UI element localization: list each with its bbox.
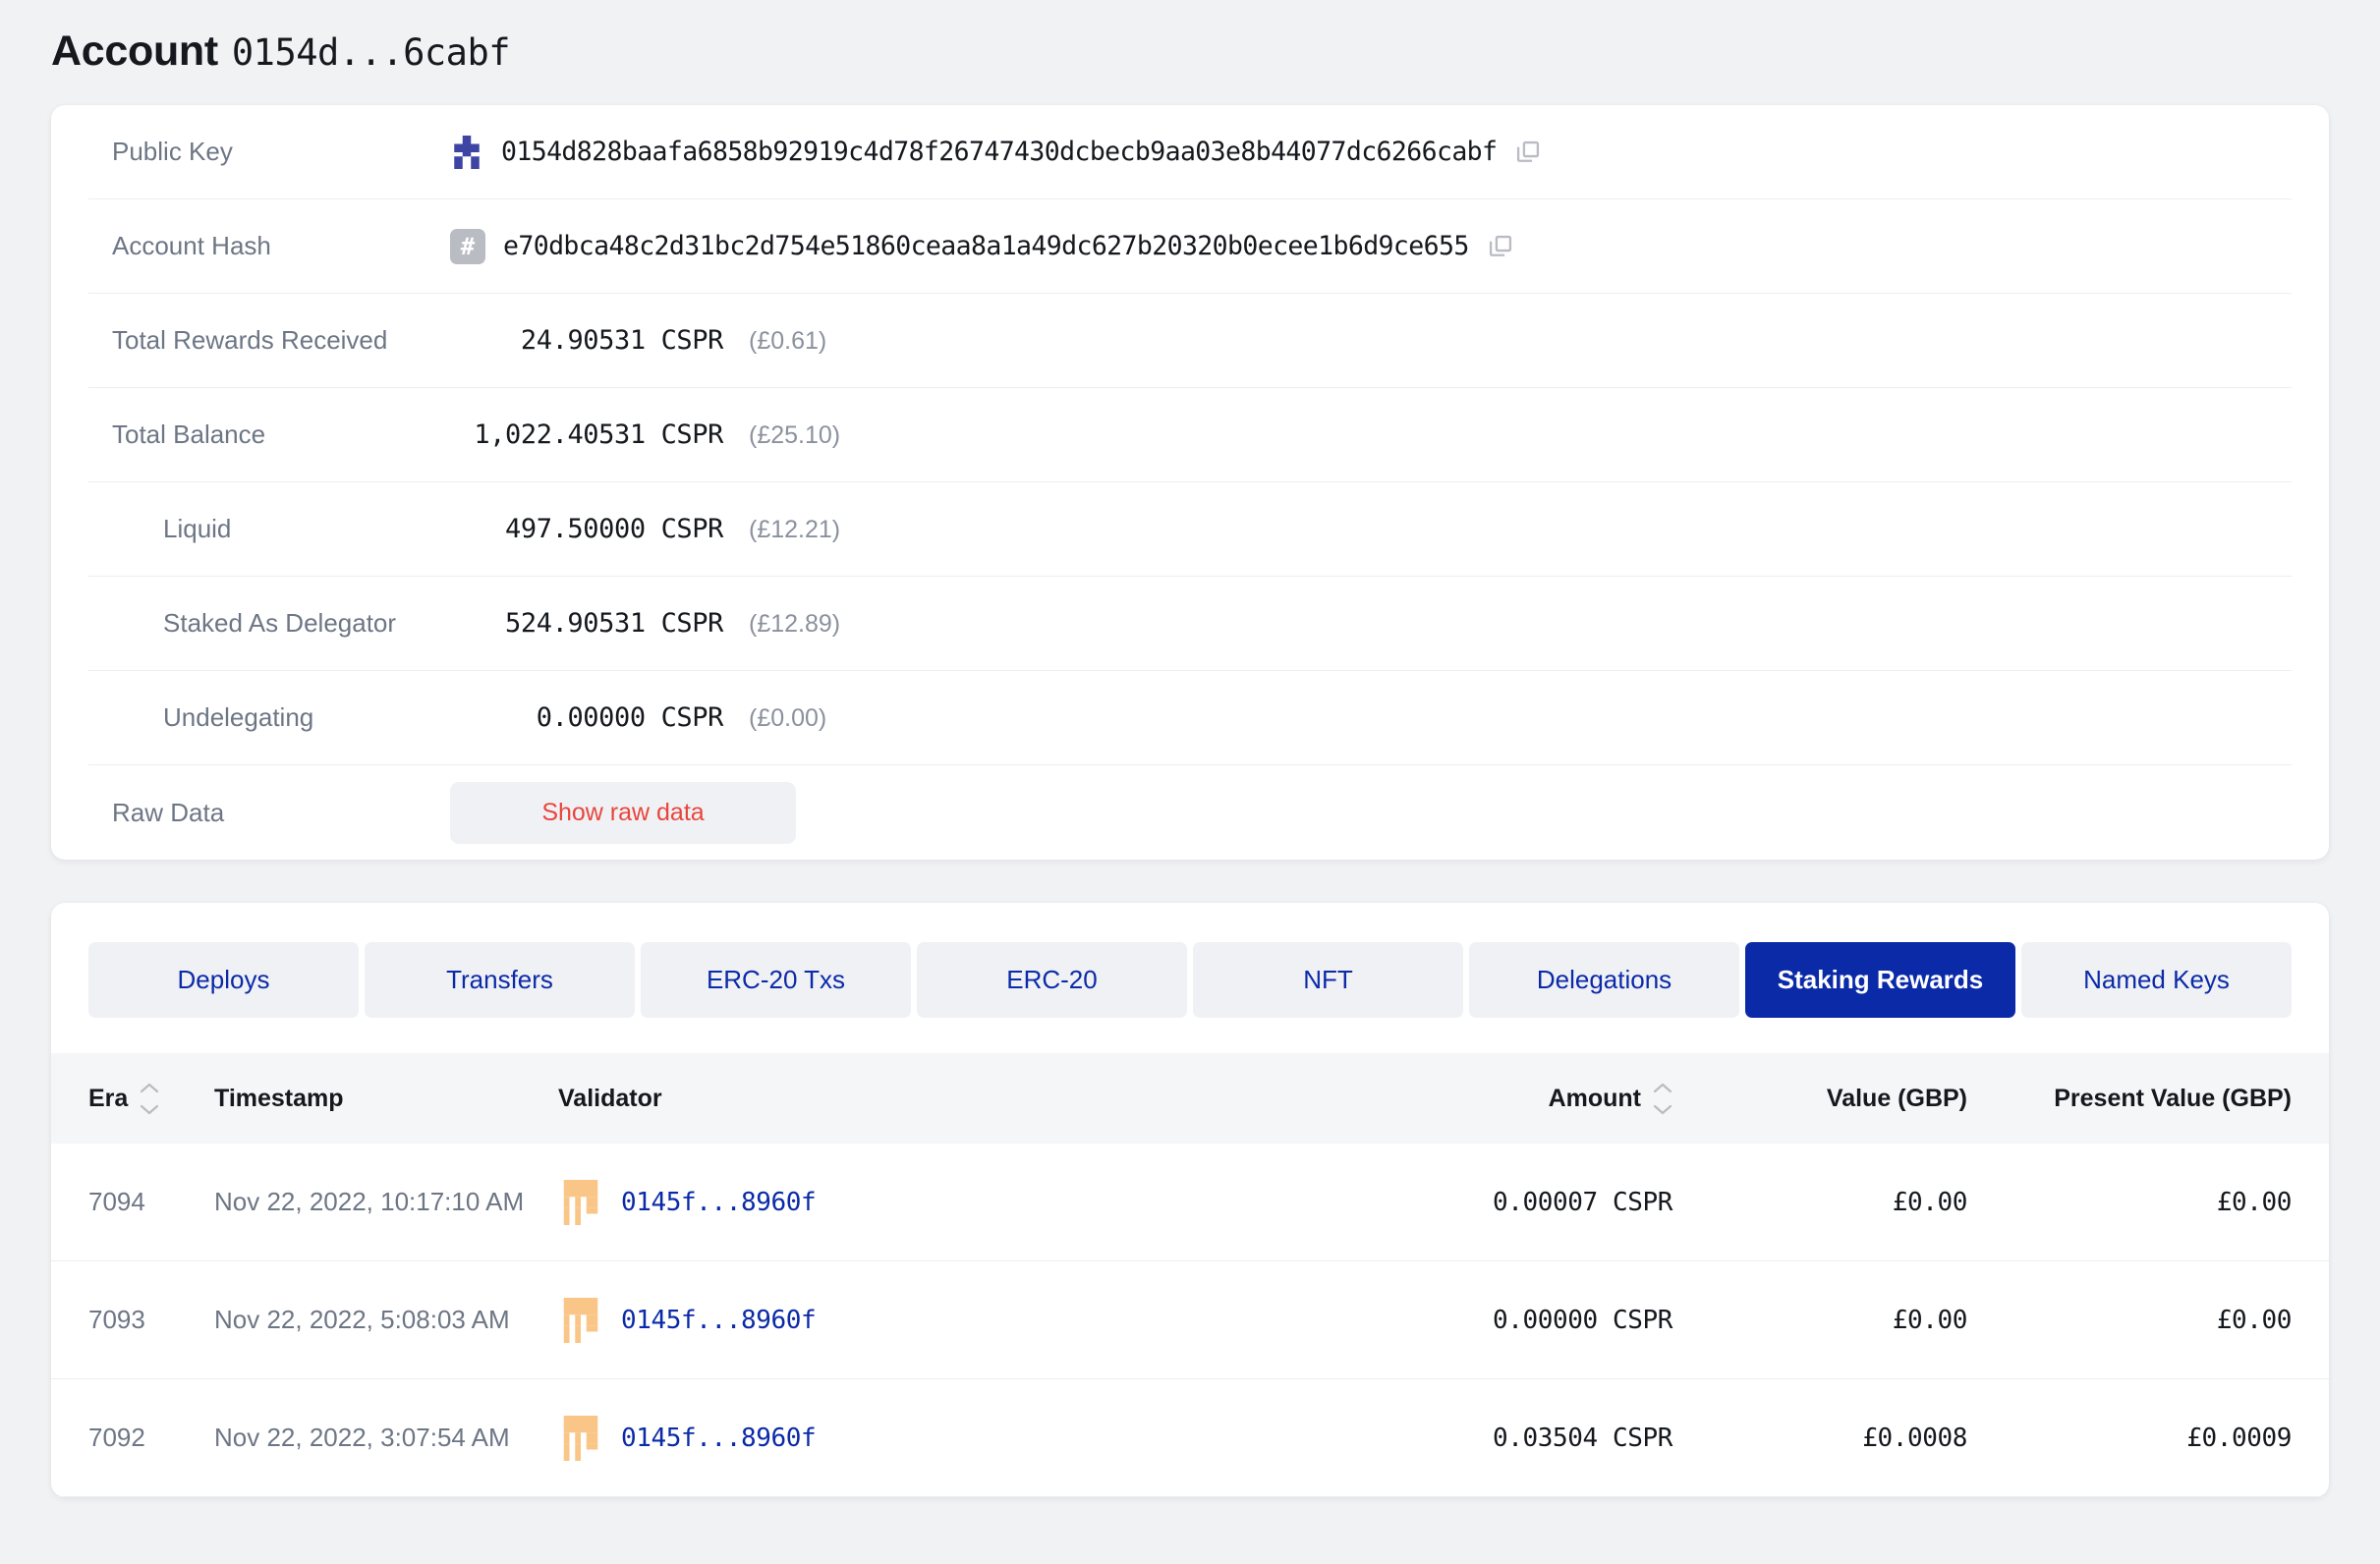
account-hash-value: e70dbca48c2d31bc2d754e51860ceaa8a1a49dc6… [503,231,1469,261]
cell-present-value-gbp: £0.0009 [1967,1424,2292,1453]
cell-era: 7094 [88,1187,214,1217]
public-key-label: Public Key [88,137,450,167]
total-rewards-fiat: (£0.61) [749,327,826,356]
cell-amount: 0.03504 CSPR [1299,1424,1672,1453]
column-header-label: Era [88,1085,128,1113]
undelegating-fiat: (£0.00) [749,704,826,733]
liquid-label: Liquid [88,514,450,544]
copy-icon[interactable] [1487,233,1514,260]
cell-validator: 0145f...8960f [558,1416,1299,1461]
table-row: 7093Nov 22, 2022, 5:08:03 AM 0145f...8960… [51,1261,2329,1379]
page-title: Account 0154d...6cabf [51,0,2329,105]
column-header-amount[interactable]: Amount [1299,1083,1672,1115]
tab-named-keys[interactable]: Named Keys [2021,942,2292,1018]
column-header-era[interactable]: Era [88,1083,214,1115]
total-rewards-amount: 24.90531 CSPR [450,325,723,356]
chevron-up-icon [140,1083,159,1093]
column-header-label: Timestamp [214,1085,344,1113]
account-details-card: Public Key 0154d828baafa6858b92919c4d78f… [51,105,2329,860]
show-raw-data-button[interactable]: Show raw data [450,782,796,844]
tab-delegations[interactable]: Delegations [1469,942,1739,1018]
cell-timestamp: Nov 22, 2022, 10:17:10 AM [214,1187,558,1217]
tab-bar: DeploysTransfersERC-20 TxsERC-20NFTDeleg… [88,942,2292,1018]
staked-fiat: (£12.89) [749,610,840,639]
validator-link[interactable]: 0145f...8960f [621,1424,816,1453]
cell-timestamp: Nov 22, 2022, 5:08:03 AM [214,1305,558,1335]
tab-nft[interactable]: NFT [1193,942,1463,1018]
total-balance-fiat: (£25.10) [749,421,840,450]
detail-row-undelegating: Undelegating 0.00000 CSPR (£0.00) [88,671,2292,765]
detail-row-total-balance: Total Balance 1,022.40531 CSPR (£25.10) [88,388,2292,482]
undelegating-label: Undelegating [88,702,450,733]
cell-timestamp: Nov 22, 2022, 3:07:54 AM [214,1423,558,1453]
column-header-val: Validator [558,1085,1299,1113]
identicon-orange-icon [558,1416,603,1461]
detail-row-public-key: Public Key 0154d828baafa6858b92919c4d78f… [88,105,2292,199]
cell-amount: 0.00007 CSPR [1299,1188,1672,1217]
table-row: 7094Nov 22, 2022, 10:17:10 AM 0145f...896… [51,1144,2329,1261]
identicon-orange-icon [558,1298,603,1343]
validator-link[interactable]: 0145f...8960f [621,1306,816,1335]
cell-validator: 0145f...8960f [558,1298,1299,1343]
cell-validator: 0145f...8960f [558,1180,1299,1225]
identicon-orange-icon [558,1180,603,1225]
liquid-amount: 497.50000 CSPR [450,514,723,544]
staked-amount: 524.90531 CSPR [450,608,723,639]
column-header-label: Present Value (GBP) [2054,1085,2292,1113]
total-balance-label: Total Balance [88,419,450,450]
tab-staking-rewards[interactable]: Staking Rewards [1745,942,2015,1018]
column-header-time: Timestamp [214,1085,558,1113]
staked-label: Staked As Delegator [88,608,450,639]
sort-toggle[interactable] [140,1083,159,1115]
cell-era: 7092 [88,1423,214,1453]
staking-rewards-table: Era Timestamp Validator Amount Value (GBP) Pr… [88,1053,2292,1497]
column-header-label: Value (GBP) [1827,1085,1967,1113]
account-hash-label: Account Hash [88,231,450,261]
card-spacer [51,860,2329,903]
cell-present-value-gbp: £0.00 [1967,1188,2292,1217]
page-title-account-id: 0154d...6cabf [232,31,510,74]
detail-row-account-hash: Account Hash # e70dbca48c2d31bc2d754e518… [88,199,2292,294]
sort-toggle[interactable] [1653,1083,1672,1115]
tab-erc-20-txs[interactable]: ERC-20 Txs [641,942,911,1018]
cell-era: 7093 [88,1305,214,1335]
raw-data-label: Raw Data [88,798,450,828]
account-activity-card: DeploysTransfersERC-20 TxsERC-20NFTDeleg… [51,903,2329,1497]
column-header-label: Validator [558,1085,662,1113]
identicon-blue-icon [450,136,483,169]
copy-icon[interactable] [1514,139,1542,166]
table-header-row: Era Timestamp Validator Amount Value (GBP) Pr… [51,1053,2329,1144]
column-header-label: Amount [1549,1085,1641,1113]
liquid-fiat: (£12.21) [749,516,840,544]
column-header-value: Value (GBP) [1672,1085,1967,1113]
chevron-up-icon [1653,1083,1672,1093]
detail-row-liquid: Liquid 497.50000 CSPR (£12.21) [88,482,2292,577]
cell-value-gbp: £0.00 [1672,1188,1967,1217]
public-key-value: 0154d828baafa6858b92919c4d78f26747430dcb… [501,137,1497,167]
cell-amount: 0.00000 CSPR [1299,1306,1672,1335]
total-rewards-label: Total Rewards Received [88,325,450,356]
tab-erc-20[interactable]: ERC-20 [917,942,1187,1018]
cell-value-gbp: £0.00 [1672,1306,1967,1335]
tab-deploys[interactable]: Deploys [88,942,359,1018]
detail-row-staked-as-delegator: Staked As Delegator 524.90531 CSPR (£12.… [88,577,2292,671]
detail-row-total-rewards: Total Rewards Received 24.90531 CSPR (£0… [88,294,2292,388]
account-page: Account 0154d...6cabf Public Key 0154d82… [0,0,2380,1564]
table-row: 7092Nov 22, 2022, 3:07:54 AM 0145f...8960… [51,1379,2329,1497]
column-header-present: Present Value (GBP) [1967,1085,2292,1113]
cell-value-gbp: £0.0008 [1672,1424,1967,1453]
undelegating-amount: 0.00000 CSPR [450,702,723,733]
table-body: 7094Nov 22, 2022, 10:17:10 AM 0145f...896… [88,1144,2292,1497]
tab-transfers[interactable]: Transfers [365,942,635,1018]
total-balance-amount: 1,022.40531 CSPR [450,419,723,450]
chevron-down-icon [140,1104,159,1115]
hash-badge-icon: # [450,229,485,264]
cell-present-value-gbp: £0.00 [1967,1306,2292,1335]
page-title-label: Account [51,28,218,76]
detail-row-raw-data: Raw Data Show raw data [88,765,2292,860]
chevron-down-icon [1653,1104,1672,1115]
validator-link[interactable]: 0145f...8960f [621,1188,816,1217]
